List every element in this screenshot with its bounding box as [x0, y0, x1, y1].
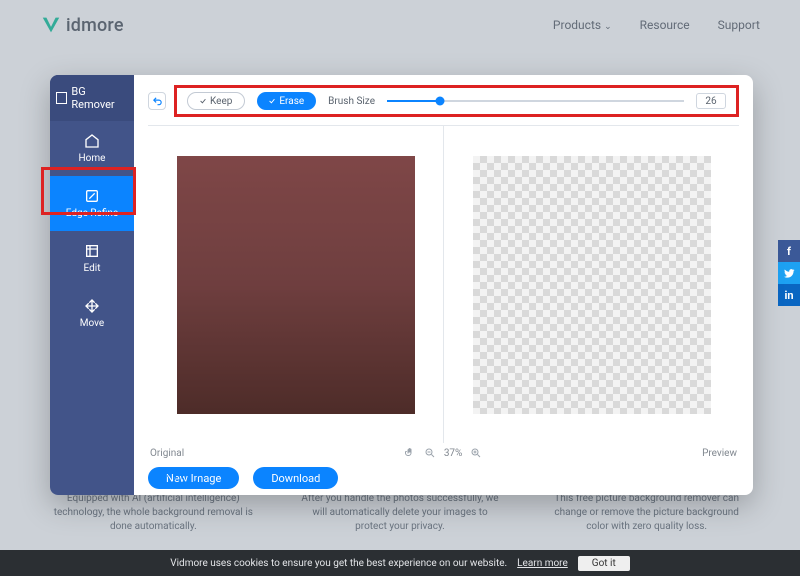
- erase-button[interactable]: Erase: [257, 92, 316, 110]
- cookie-learn-more[interactable]: Learn more: [517, 558, 568, 569]
- prev-button[interactable]: ‹: [160, 468, 176, 484]
- move-icon: [84, 298, 100, 314]
- original-label: Original: [150, 448, 184, 459]
- sidebar-item-edge-refine[interactable]: Edge Refine: [50, 176, 134, 231]
- next-button[interactable]: ›: [182, 468, 198, 484]
- brush-size-label: Brush Size: [328, 96, 375, 107]
- sidebar-item-label: Edge Refine: [66, 208, 118, 219]
- erase-mark-icon: [269, 98, 275, 104]
- slider-thumb[interactable]: [436, 97, 445, 106]
- editor-sidebar: BG Remover Home Edge Refine Edit Move: [50, 75, 134, 495]
- undo-button[interactable]: [148, 92, 166, 110]
- zoom-in-icon[interactable]: [470, 447, 482, 459]
- slider-fill: [387, 100, 440, 102]
- bg-col-1: Equipped with AI (artificial intelligenc…: [53, 492, 253, 534]
- brush-size-value[interactable]: 26: [696, 93, 726, 109]
- facebook-icon[interactable]: f: [778, 240, 800, 262]
- top-nav: Products⌄ Resource Support: [553, 18, 760, 32]
- edge-refine-icon: [84, 188, 100, 204]
- original-panel[interactable]: [148, 126, 443, 443]
- original-image: [177, 156, 415, 414]
- undo-icon: [152, 96, 163, 107]
- nav-products[interactable]: Products⌄: [553, 18, 612, 32]
- social-rail: f in: [778, 240, 800, 306]
- keep-mark-icon: [200, 98, 206, 104]
- linkedin-icon[interactable]: in: [778, 284, 800, 306]
- preview-image: [473, 156, 711, 414]
- editor-main: Keep Erase Brush Size 26: [134, 75, 753, 495]
- download-button[interactable]: Download: [253, 467, 338, 489]
- zoom-level: 37%: [444, 448, 463, 459]
- toolbar-highlight: Keep Erase Brush Size 26: [174, 85, 739, 117]
- preview-label: Preview: [702, 448, 737, 459]
- zoom-out-icon[interactable]: [424, 447, 436, 459]
- sidebar-item-edit[interactable]: Edit: [50, 231, 134, 286]
- sidebar-item-label: Edit: [84, 263, 101, 274]
- app-icon: [56, 92, 67, 104]
- action-row: ‹ › New Image Download: [148, 463, 739, 489]
- logo-mark-icon: [40, 14, 62, 36]
- site-header: idmore Products⌄ Resource Support: [0, 0, 800, 50]
- canvas-footer: Original 37% Preview: [148, 443, 739, 463]
- keep-button[interactable]: Keep: [187, 92, 245, 110]
- sidebar-item-home[interactable]: Home: [50, 121, 134, 176]
- bg-col-3: This free picture background remover can…: [547, 492, 747, 534]
- brush-size-slider[interactable]: [387, 100, 684, 102]
- edit-icon: [84, 243, 100, 259]
- app-title: BG Remover: [50, 75, 134, 121]
- sidebar-item-label: Move: [80, 318, 104, 329]
- sidebar-item-move[interactable]: Move: [50, 286, 134, 341]
- nav-resource[interactable]: Resource: [640, 18, 690, 32]
- cookie-bar: Vidmore uses cookies to ensure you get t…: [0, 550, 800, 576]
- background-marketing: Equipped with AI (artificial intelligenc…: [0, 492, 800, 534]
- preview-panel[interactable]: [444, 126, 739, 443]
- twitter-icon[interactable]: [778, 262, 800, 284]
- nav-support[interactable]: Support: [718, 18, 760, 32]
- editor-window: BG Remover Home Edge Refine Edit Move: [50, 75, 753, 495]
- home-icon: [84, 133, 100, 149]
- cookie-message: Vidmore uses cookies to ensure you get t…: [170, 558, 507, 569]
- brand-name: idmore: [66, 15, 124, 36]
- canvas-area: [148, 125, 739, 443]
- bg-col-2: After you handle the photos successfully…: [300, 492, 500, 534]
- toolbar: Keep Erase Brush Size 26: [148, 75, 739, 125]
- sidebar-item-label: Home: [79, 153, 106, 164]
- chevron-down-icon: ⌄: [604, 22, 612, 32]
- cookie-accept-button[interactable]: Got it: [578, 556, 630, 571]
- brand-logo[interactable]: idmore: [40, 14, 124, 36]
- hand-pan-icon[interactable]: [404, 447, 416, 459]
